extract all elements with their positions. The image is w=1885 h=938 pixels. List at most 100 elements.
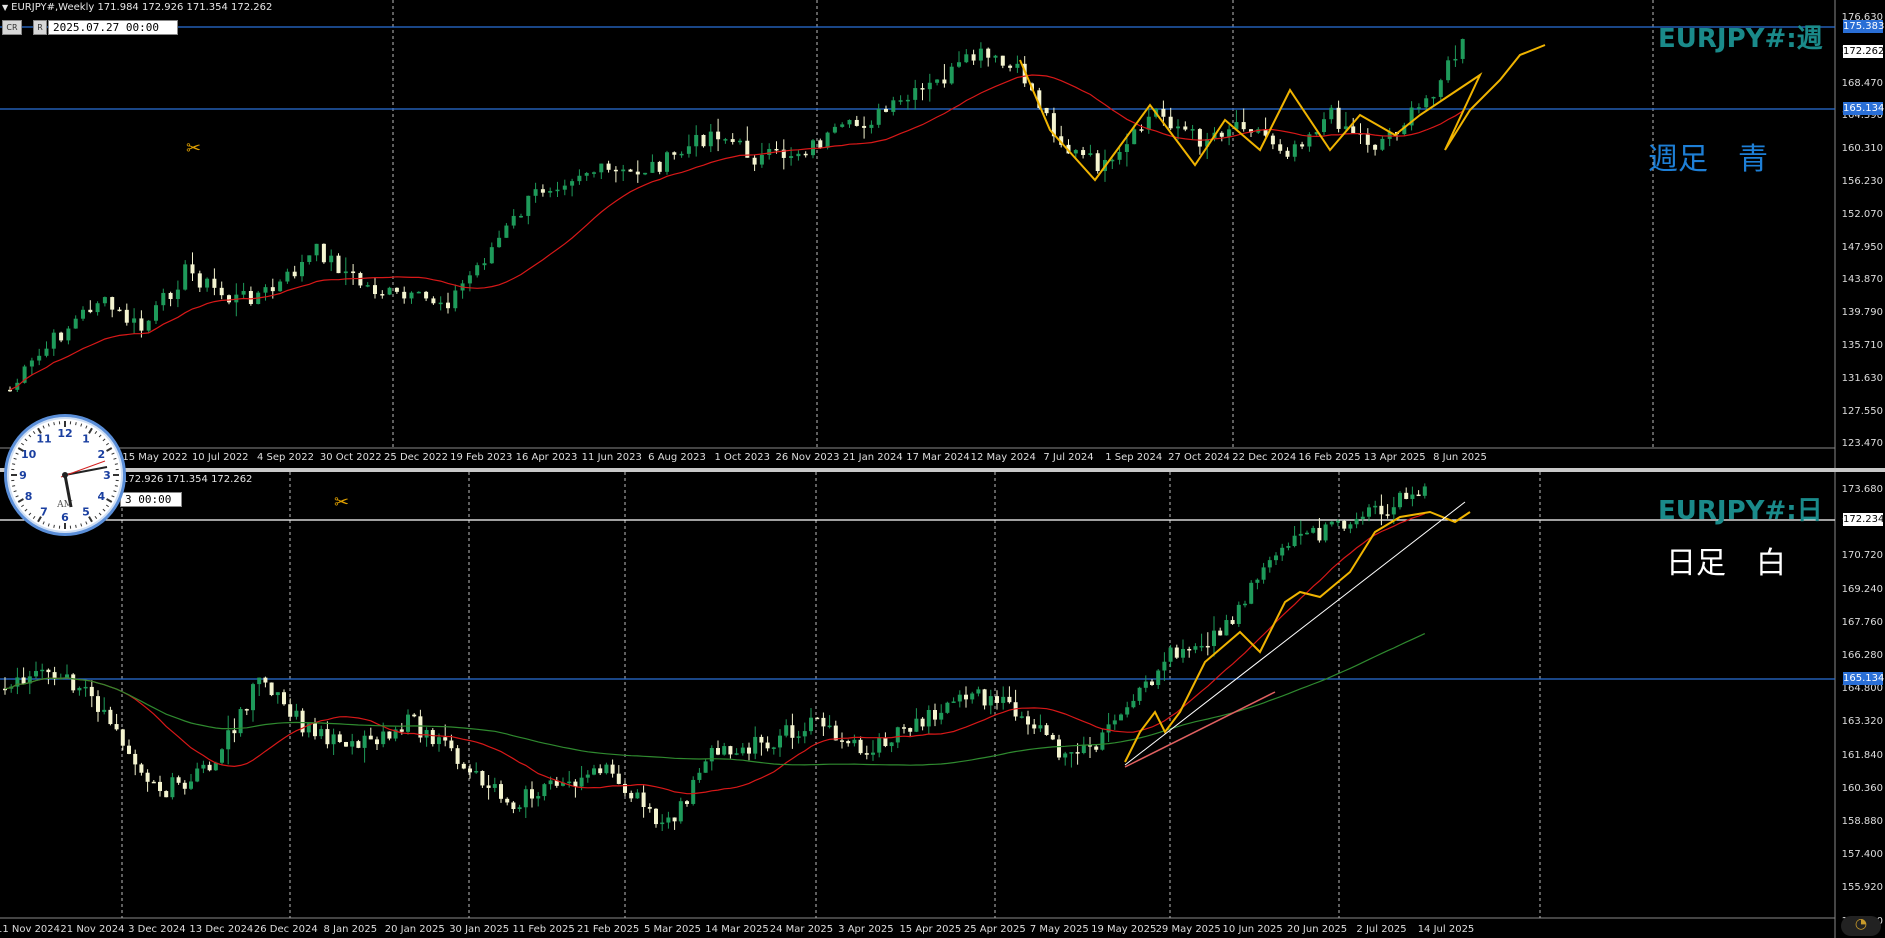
daily-date-box[interactable]: 3 00:00 [120, 492, 182, 507]
analog-clock[interactable]: 12 1 2 3 4 5 6 7 8 9 10 11 AM [4, 414, 126, 536]
candle [734, 753, 739, 755]
candle [51, 332, 56, 349]
candle [139, 318, 144, 331]
candle [914, 718, 919, 732]
daily-x-tick: 30 Jan 2025 [449, 924, 510, 935]
weekly-chart[interactable] [0, 0, 1885, 468]
daily-chart[interactable] [0, 472, 1885, 938]
candle [1224, 620, 1229, 636]
candle [895, 727, 900, 743]
candle [1019, 716, 1024, 718]
candle [647, 807, 652, 809]
candle [468, 768, 472, 773]
clock-tick [47, 423, 50, 427]
candle [1278, 144, 1283, 151]
candle [708, 131, 713, 147]
candle [666, 817, 671, 823]
candle [158, 781, 162, 792]
r-button[interactable]: R [33, 20, 47, 35]
candle [738, 140, 742, 143]
candle [616, 773, 621, 784]
candle [1119, 714, 1123, 721]
weekly-high-tag: 175.383 [1843, 20, 1885, 33]
weekly-x-tick: 22 Dec 2024 [1232, 452, 1297, 463]
candle [728, 746, 733, 755]
daily-header: 172.926 171.354 172.262 [122, 474, 252, 485]
candle [1317, 527, 1322, 541]
candle [1131, 700, 1136, 708]
trend-line [1124, 691, 1276, 768]
candle [818, 140, 823, 148]
candle [694, 134, 699, 147]
candle [1236, 604, 1241, 624]
collapse-triangle-icon[interactable]: ▼ [2, 3, 8, 12]
weekly-x-tick: 4 Sep 2022 [256, 452, 315, 463]
candle [358, 273, 363, 286]
weekly-x-tick: 15 May 2022 [122, 452, 188, 463]
clock-center [62, 472, 68, 478]
candle [430, 730, 435, 745]
candle [542, 784, 547, 797]
candle [127, 745, 131, 754]
candle [257, 677, 262, 685]
candle [774, 148, 779, 151]
clock-tick [114, 485, 118, 487]
candle [212, 278, 217, 288]
candle [871, 752, 875, 755]
candle [307, 255, 312, 263]
daily-chart-pane[interactable]: 172.926 171.354 172.262 3 00:00 EURJPY#:… [0, 472, 1885, 938]
candle [650, 161, 655, 173]
candle [533, 189, 538, 196]
candle [497, 237, 502, 248]
candle [505, 798, 510, 803]
candle [1187, 648, 1192, 651]
candle [1139, 129, 1144, 131]
candle [1261, 567, 1266, 580]
candle [1219, 132, 1224, 137]
candle [416, 291, 421, 294]
candle [654, 808, 658, 825]
candle [613, 169, 618, 172]
candle [1095, 153, 1100, 172]
candle [270, 287, 275, 292]
daily-ohlc: 172.926 171.354 172.262 [122, 474, 253, 485]
daily-y-tick: 166.280 [1841, 650, 1883, 661]
candle [1117, 151, 1122, 160]
cr-button[interactable]: CR [2, 20, 22, 35]
candle [1057, 739, 1061, 758]
candle [978, 48, 983, 61]
weekly-x-tick: 26 Nov 2023 [775, 452, 840, 463]
clock-number: 5 [82, 505, 90, 518]
candle [1367, 507, 1371, 517]
candle [132, 318, 137, 323]
candle [599, 163, 604, 173]
candle [329, 255, 334, 263]
clock-tick [53, 422, 55, 426]
daily-x-tick: 3 Apr 2025 [838, 924, 894, 935]
clock-tick [113, 490, 117, 493]
weekly-date-box[interactable]: 2025.07.27 00:00 [48, 20, 178, 35]
daily-y-tick: 167.760 [1841, 616, 1883, 628]
candle [686, 146, 691, 154]
candle [375, 739, 379, 745]
candle [530, 789, 534, 799]
clock-tick [53, 524, 55, 528]
weekly-x-tick: 6 Aug 2023 [648, 452, 706, 463]
weekly-chart-pane[interactable]: ▼ EURJPY#,Weekly 171.984 172.926 171.354 … [0, 0, 1885, 468]
candle [672, 152, 677, 155]
candle [691, 779, 696, 804]
candle [1329, 107, 1334, 120]
daily-x-tick: 24 Mar 2025 [769, 924, 834, 935]
weekly-x-tick: 8 Jun 2025 [1433, 452, 1487, 463]
candle [480, 771, 485, 786]
clock-tick [28, 434, 32, 438]
candle [511, 215, 516, 226]
candle [117, 309, 122, 312]
candle [449, 740, 454, 749]
candle [548, 191, 553, 193]
candle [752, 157, 757, 165]
weekly-y-tick: 156.230 [1841, 176, 1883, 187]
candle [536, 796, 541, 799]
candle [1190, 129, 1195, 131]
candle [1323, 524, 1328, 541]
